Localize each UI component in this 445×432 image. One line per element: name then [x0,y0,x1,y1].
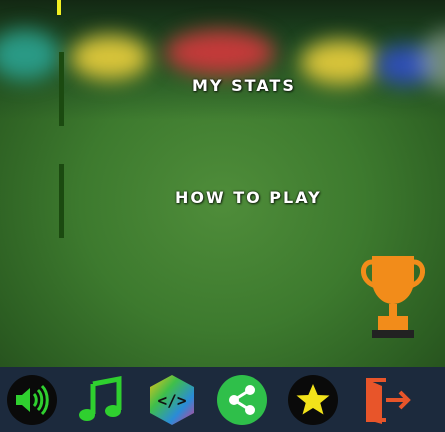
my-stats-button[interactable]: MY STATS [192,76,296,95]
svg-text:</>: </> [158,391,187,410]
share-icon [217,375,267,425]
exit-icon [366,378,411,424]
code-button[interactable]: </> [146,374,198,426]
rate-button[interactable] [287,374,339,426]
crowd-blur [70,35,150,80]
menu-bar-marker [59,164,64,238]
music-button[interactable] [75,374,127,426]
sound-icon [7,375,57,425]
code-icon: </> [150,375,194,425]
top-indicator [57,0,61,15]
exit-button[interactable] [362,374,414,426]
crowd-blur [300,40,380,85]
music-icon [79,375,122,421]
sound-button[interactable] [6,374,58,426]
star-icon [288,375,338,425]
crowd-blur [165,30,275,75]
menu-bar-marker [59,52,64,126]
share-button[interactable] [216,374,268,426]
trophy-icon[interactable] [358,250,428,340]
how-to-play-button[interactable]: HOW TO PLAY [175,188,322,207]
